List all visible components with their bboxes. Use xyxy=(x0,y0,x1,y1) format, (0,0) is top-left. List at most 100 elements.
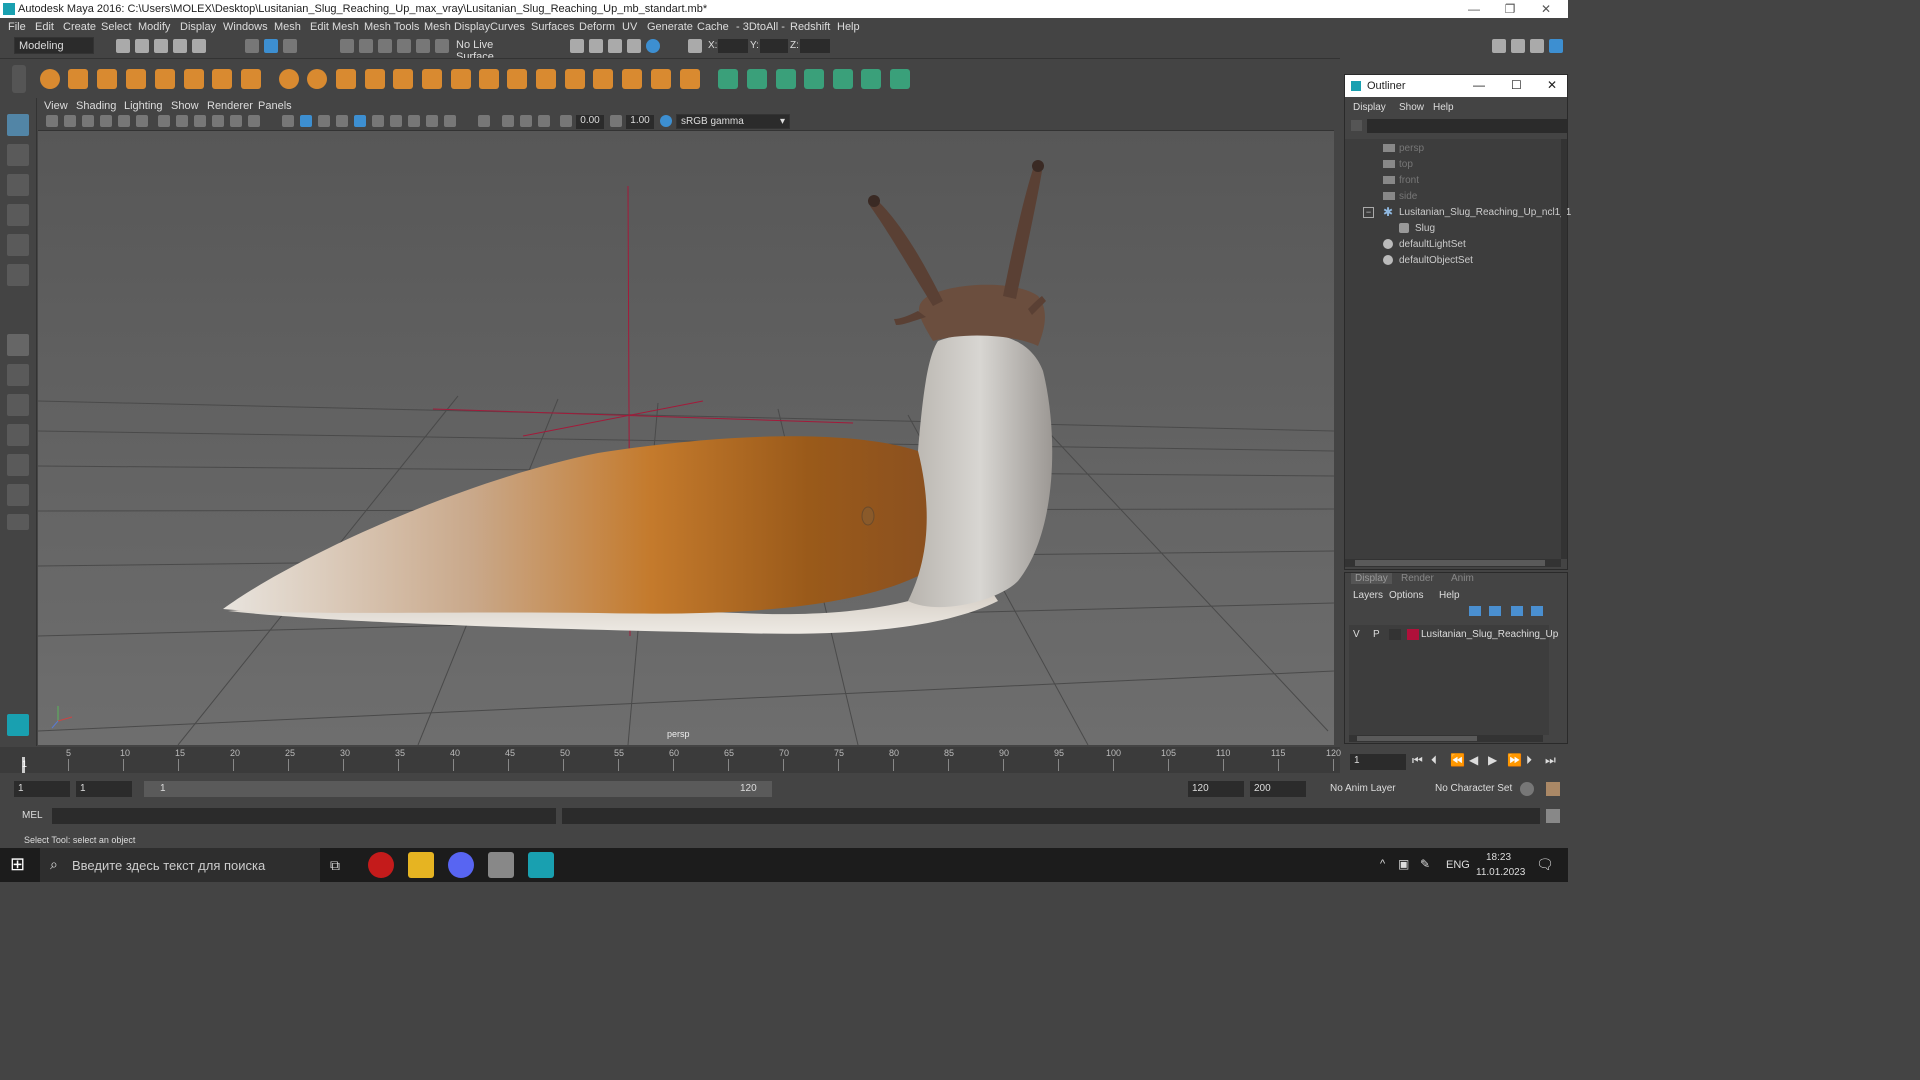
layers-menu-help[interactable]: Help xyxy=(1439,590,1460,601)
playback-start-field[interactable]: 1 xyxy=(76,781,132,797)
anti-aliasing-icon[interactable] xyxy=(444,115,456,127)
uv-layout-icon[interactable] xyxy=(890,69,910,89)
target-weld-icon[interactable] xyxy=(536,69,556,89)
ipr-render-icon[interactable] xyxy=(608,39,622,53)
paint-select-tool-icon[interactable] xyxy=(7,174,29,196)
modeling-toolkit-icon[interactable] xyxy=(1492,39,1506,53)
xray-icon[interactable] xyxy=(336,115,348,127)
xray-joints-icon[interactable] xyxy=(502,115,514,127)
menu-help[interactable]: Help xyxy=(837,21,860,33)
outliner-search-input[interactable] xyxy=(1367,119,1567,133)
persp-uv-layout-icon[interactable] xyxy=(7,484,29,506)
wireframe-shading-icon[interactable] xyxy=(282,115,294,127)
redo-icon[interactable] xyxy=(192,39,206,53)
grid-toggle-icon[interactable] xyxy=(118,115,130,127)
mode-dropdown[interactable]: Modeling xyxy=(14,37,94,54)
view-transform-dropdown[interactable]: sRGB gamma ▾ xyxy=(676,114,790,129)
outliner-minimize-icon[interactable]: — xyxy=(1473,78,1485,92)
character-set-dropdown[interactable]: No Character Set xyxy=(1435,783,1512,794)
poly-torus-icon[interactable] xyxy=(184,69,204,89)
four-view-icon[interactable] xyxy=(7,364,29,386)
x-input[interactable] xyxy=(718,39,748,53)
playback-end-field[interactable]: 120 xyxy=(1188,781,1244,797)
tray-pen-icon[interactable]: ✎ xyxy=(1420,857,1430,871)
tray-language[interactable]: ENG xyxy=(1446,859,1470,871)
menu-3dtoall[interactable]: - 3DtoAll - xyxy=(736,21,785,33)
exposure-icon[interactable] xyxy=(560,115,572,127)
tab-render[interactable]: Render xyxy=(1401,573,1434,584)
merge-icon[interactable] xyxy=(651,69,671,89)
shadows-icon[interactable] xyxy=(390,115,402,127)
layers-menu-layers[interactable]: Layers xyxy=(1353,590,1383,601)
minimize-button[interactable]: — xyxy=(1458,1,1490,17)
new-scene-icon[interactable] xyxy=(116,39,130,53)
tray-time[interactable]: 18:23 xyxy=(1486,852,1511,863)
safe-action-icon[interactable] xyxy=(230,115,242,127)
opera-app-icon[interactable] xyxy=(368,852,394,878)
go-to-start-icon[interactable]: ⏮ xyxy=(1412,753,1423,768)
menu-display[interactable]: Display xyxy=(180,21,216,33)
undo-icon[interactable] xyxy=(173,39,187,53)
layers-menu-options[interactable]: Options xyxy=(1389,590,1423,601)
combine-icon[interactable] xyxy=(279,69,299,89)
current-frame-field[interactable]: 1 xyxy=(1350,754,1406,770)
preferences-icon[interactable] xyxy=(1546,782,1560,796)
menu-modify[interactable]: Modify xyxy=(138,21,170,33)
color-management-icon[interactable] xyxy=(660,115,672,127)
snap-pivot-icon[interactable] xyxy=(435,39,449,53)
uv-spherical-icon[interactable] xyxy=(776,69,796,89)
outliner-menu-show[interactable]: Show xyxy=(1399,102,1424,113)
insert-edge-loop-icon[interactable] xyxy=(565,69,585,89)
move-layer-down-icon[interactable] xyxy=(1489,606,1501,616)
field-chart-icon[interactable] xyxy=(212,115,224,127)
boolean-icon[interactable] xyxy=(393,69,413,89)
collapse-icon[interactable]: − xyxy=(1363,207,1374,218)
save-scene-icon[interactable] xyxy=(154,39,168,53)
outliner-item-slug-group[interactable]: − ✱ Lusitanian_Slug_Reaching_Up_ncl1_1 xyxy=(1345,205,1571,221)
outliner-close-icon[interactable]: ✕ xyxy=(1547,78,1557,92)
layer-visibility-toggle[interactable]: V xyxy=(1353,629,1360,640)
tray-network-icon[interactable]: ▣ xyxy=(1398,857,1409,871)
ambient-occlusion-icon[interactable] xyxy=(408,115,420,127)
resolution-gate-icon[interactable] xyxy=(176,115,188,127)
single-view-icon[interactable] xyxy=(7,334,29,356)
notifications-icon[interactable]: 🗨 xyxy=(1536,856,1554,873)
outliner-item-default-object-set[interactable]: defaultObjectSet xyxy=(1345,253,1561,269)
file-explorer-app-icon[interactable] xyxy=(408,852,434,878)
transform-mode-icon[interactable] xyxy=(688,39,702,53)
menu-cache[interactable]: Cache xyxy=(697,21,729,33)
snap-curve-icon[interactable] xyxy=(359,39,373,53)
outliner-horizontal-scrollbar[interactable] xyxy=(1345,559,1561,567)
channel-box-icon[interactable] xyxy=(1549,39,1563,53)
uv-cylindrical-icon[interactable] xyxy=(747,69,767,89)
snap-grid-icon[interactable] xyxy=(340,39,354,53)
new-layer-selected-icon[interactable] xyxy=(1531,606,1543,616)
script-language-toggle[interactable]: MEL xyxy=(22,810,43,821)
layer-row[interactable]: V P Lusitanian_Slug_Reaching_Up xyxy=(1349,627,1558,643)
open-scene-icon[interactable] xyxy=(135,39,149,53)
lasso-tool-icon[interactable] xyxy=(7,144,29,166)
hypershade-icon[interactable] xyxy=(646,39,660,53)
menu-windows[interactable]: Windows xyxy=(223,21,268,33)
select-hierarchy-icon[interactable] xyxy=(245,39,259,53)
taskbar-search-box[interactable]: ⌕ Введите здесь текст для поиска xyxy=(40,848,320,882)
generic-app-icon[interactable] xyxy=(488,852,514,878)
fill-hole-icon[interactable] xyxy=(622,69,642,89)
quad-draw-icon[interactable] xyxy=(680,69,700,89)
menu-create[interactable]: Create xyxy=(63,21,96,33)
render-view-icon[interactable] xyxy=(627,39,641,53)
outliner-item-slug-mesh[interactable]: Slug xyxy=(1345,221,1561,237)
film-gate-icon[interactable] xyxy=(136,115,148,127)
scrollbar-thumb[interactable] xyxy=(1355,560,1545,566)
separate-icon[interactable] xyxy=(307,69,327,89)
script-editor-icon[interactable] xyxy=(1546,809,1560,823)
tray-date[interactable]: 11.01.2023 xyxy=(1476,867,1525,878)
uv-automatic-icon[interactable] xyxy=(804,69,824,89)
move-tool-icon[interactable] xyxy=(7,204,29,226)
render-settings-icon[interactable] xyxy=(570,39,584,53)
animation-start-field[interactable]: 1 xyxy=(14,781,70,797)
extrude-icon[interactable] xyxy=(422,69,442,89)
grease-pencil-icon[interactable] xyxy=(100,115,112,127)
snap-view-icon[interactable] xyxy=(397,39,411,53)
panel-menu-shading[interactable]: Shading xyxy=(76,100,116,112)
